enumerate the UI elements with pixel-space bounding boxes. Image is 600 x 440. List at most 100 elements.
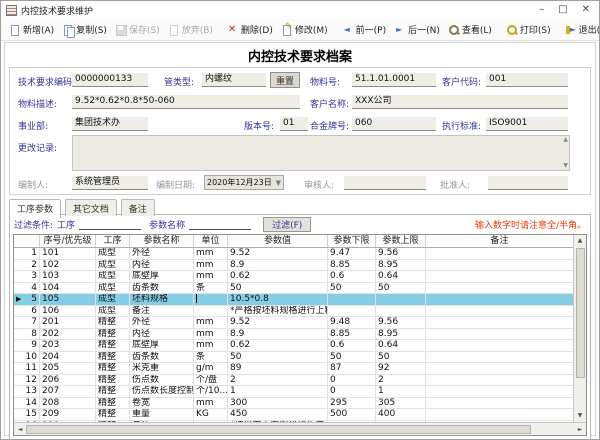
- modify-button-label: 修改(M): [295, 23, 328, 36]
- process-filter-input[interactable]: [79, 218, 141, 230]
- table-row[interactable]: ▶5 105 成型 坯料规格 10.5*0.8: [14, 294, 573, 306]
- table-row[interactable]: 1 101 成型 外径 mm 9.52 9.47 9.56: [14, 248, 573, 260]
- table-row[interactable]: 9 203 精整 底壁厚 mm 0.62 0.6 0.64: [14, 340, 573, 352]
- horizontal-scrollbar[interactable]: ◄ ►: [14, 422, 586, 435]
- next-button[interactable]: 后一(N): [390, 20, 444, 39]
- scroll-up-icon[interactable]: ▲: [578, 235, 583, 247]
- author-label: 编制人:: [18, 178, 48, 191]
- table-row[interactable]: 10 204 精整 齿条数 条 50 50 50: [14, 352, 573, 364]
- vertical-scroll-thumb[interactable]: [576, 248, 585, 378]
- date-label: 编制日期:: [156, 178, 195, 191]
- col-header-process: 工序: [96, 235, 130, 247]
- scroll-up-icon[interactable]: ▲: [563, 137, 568, 143]
- param-name-filter-input[interactable]: [189, 218, 251, 230]
- customer-code-field[interactable]: 001: [486, 73, 568, 87]
- tab-bar: 工序参数 其它文档 备注: [9, 198, 591, 214]
- horizontal-scroll-thumb[interactable]: [26, 425, 531, 434]
- print-button[interactable]: 打印(S): [502, 20, 555, 39]
- reviewer-field[interactable]: [344, 176, 426, 190]
- scroll-down-icon[interactable]: ▼: [578, 410, 583, 422]
- new-button[interactable]: 新增(A): [5, 20, 58, 39]
- row-number: 12: [26, 375, 37, 386]
- tab-process-params[interactable]: 工序参数: [9, 199, 61, 218]
- table-row[interactable]: 14 208 精整 卷宽 mm 300 295 305: [14, 398, 573, 410]
- table-row[interactable]: 12 206 精整 伤点数 个/盘 2 0 2: [14, 375, 573, 387]
- delete-button[interactable]: 删除(D): [223, 20, 277, 39]
- row-number: 3: [31, 271, 37, 282]
- change-log-label: 更改记录:: [18, 141, 57, 154]
- view-button[interactable]: 查看(L): [444, 20, 496, 39]
- table-header-row: 序号/优先级 工序 参数名称 单位 参数值 参数下限 参数上限 备注: [14, 235, 573, 248]
- text-cursor: [196, 294, 197, 303]
- reviewer-label: 审核人:: [304, 178, 334, 191]
- modify-button[interactable]: 修改(M): [277, 20, 332, 39]
- copy-button[interactable]: 复制(S): [58, 20, 111, 39]
- toolbar: 新增(A) 复制(S) 保存(S) 放弃(B) 删除(D) 修改(M) 前一(P…: [1, 19, 599, 41]
- view-button-label: 查看(L): [462, 23, 492, 36]
- division-field[interactable]: 集团技术办: [72, 117, 148, 131]
- app-icon: [6, 5, 17, 16]
- approver-field[interactable]: [488, 176, 568, 190]
- reset-button[interactable]: 重置: [270, 72, 300, 88]
- row-number: 2: [31, 260, 37, 271]
- exit-button[interactable]: 退出(X): [561, 20, 600, 39]
- table-row[interactable]: 6 106 成型 备注 *严格按坯料规格进行上料。: [14, 306, 573, 318]
- row-number: 11: [26, 363, 37, 374]
- table-row[interactable]: 8 202 精整 内径 mm 8.9 8.85 8.95: [14, 329, 573, 341]
- version-field[interactable]: 01: [280, 117, 308, 131]
- scroll-left-icon[interactable]: ◄: [14, 426, 26, 433]
- material-no-field[interactable]: 51.1.01.0001: [352, 73, 436, 87]
- minimize-icon[interactable]: –: [539, 1, 544, 19]
- tab-remarks[interactable]: 备注: [121, 199, 155, 216]
- pipe-type-label: 管类型:: [164, 75, 194, 88]
- table-row[interactable]: 7 201 精整 外径 mm 9.52 9.48 9.56: [14, 317, 573, 329]
- author-field[interactable]: 系统管理员: [72, 176, 148, 190]
- param-name-filter-label: 参数名称: [149, 218, 185, 231]
- col-header-note: 备注: [426, 235, 573, 247]
- param-table-body: 1 101 成型 外径 mm 9.52 9.47 9.56 2 102 成型 内…: [14, 248, 573, 422]
- exit-icon: [565, 24, 577, 36]
- vertical-scrollbar[interactable]: ▲ ▼: [573, 235, 586, 422]
- col-header-lower: 参数下限: [328, 235, 376, 247]
- row-number: 8: [31, 329, 37, 340]
- customer-name-field[interactable]: XXX公司: [352, 95, 568, 109]
- row-number: 5: [31, 294, 37, 305]
- tab-other-docs[interactable]: 其它文档: [65, 199, 117, 216]
- row-number: 13: [26, 386, 37, 397]
- tech-code-field[interactable]: 0000000133: [72, 73, 148, 87]
- scroll-right-icon[interactable]: ►: [574, 426, 586, 433]
- page-title: 内控技术要求档案: [5, 43, 595, 67]
- approver-label: 批准人:: [440, 178, 470, 191]
- version-label: 版本号:: [244, 119, 274, 132]
- previous-button[interactable]: 前一(P): [338, 20, 390, 39]
- customer-name-label: 客户名称:: [310, 97, 349, 110]
- standard-field[interactable]: ISO9001: [486, 117, 568, 131]
- table-row[interactable]: 4 104 成型 齿条数 条 50 50 50: [14, 283, 573, 295]
- edit-icon: [281, 24, 293, 36]
- table-row[interactable]: 15 209 精整 重量 KG 450 500 400: [14, 409, 573, 421]
- discard-button[interactable]: 放弃(B): [164, 20, 217, 39]
- new-button-label: 新增(A): [23, 23, 54, 36]
- alloy-field[interactable]: 060: [352, 117, 436, 131]
- chevron-down-icon: ▼: [276, 179, 281, 187]
- titlebar: 内控技术要求维护 – □ ✕: [1, 1, 599, 19]
- standard-label: 执行标准:: [442, 119, 481, 132]
- col-header-upper: 参数上限: [376, 235, 426, 247]
- table-row[interactable]: 13 207 精整 伤点数长度控制 个/10... 1 0 1: [14, 386, 573, 398]
- filter-button[interactable]: 过滤(F): [263, 217, 311, 232]
- save-button[interactable]: 保存(S): [111, 20, 164, 39]
- pipe-type-field[interactable]: 内螺纹: [202, 73, 266, 87]
- table-row[interactable]: 11 205 精整 米克重 g/m 89 87 92: [14, 363, 573, 375]
- print-button-label: 打印(S): [520, 23, 551, 36]
- table-row[interactable]: 2 102 成型 内径 mm 8.9 8.85 8.95: [14, 260, 573, 272]
- close-icon[interactable]: ✕: [582, 1, 590, 19]
- discard-icon: [168, 24, 180, 36]
- maximize-icon[interactable]: □: [558, 1, 567, 19]
- material-desc-field[interactable]: 9.52*0.62*0.8*50-060: [72, 95, 300, 109]
- table-row[interactable]: 3 103 成型 底壁厚 mm 0.62 0.6 0.64: [14, 271, 573, 283]
- copy-button-label: 复制(S): [76, 23, 107, 36]
- col-header-unit: 单位: [194, 235, 228, 247]
- scroll-down-icon[interactable]: ▼: [563, 163, 568, 169]
- date-combobox[interactable]: 2020年12月23日▼: [204, 175, 284, 190]
- change-log-textarea[interactable]: ▲▼: [72, 135, 570, 171]
